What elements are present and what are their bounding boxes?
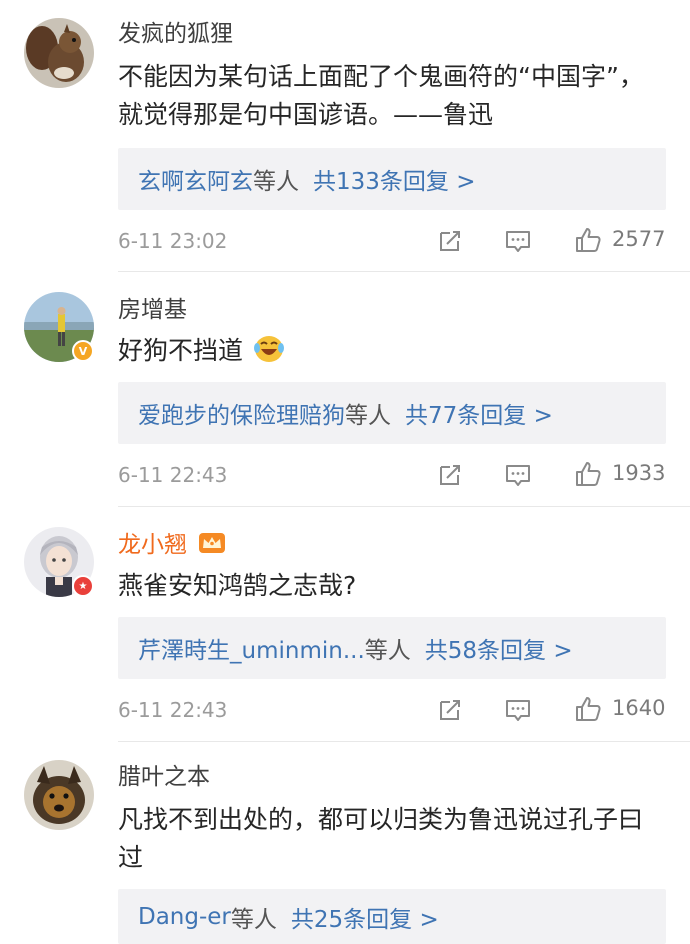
comment-meta: 6-11 22:43 1640 bbox=[118, 695, 666, 725]
comment-text: 燕雀安知鸿鹄之志哉? bbox=[118, 571, 357, 600]
reply-summary[interactable]: 芹澤時生_uminmin... 等人 共58条回复 > bbox=[118, 617, 666, 679]
user-avatar[interactable] bbox=[24, 18, 94, 88]
comment-icon[interactable] bbox=[504, 461, 532, 489]
thumbs-up-icon[interactable] bbox=[574, 460, 602, 488]
dog-avatar-icon bbox=[24, 760, 94, 830]
like-count: 1933 bbox=[612, 461, 666, 485]
reply-names[interactable]: 玄啊玄阿玄 bbox=[138, 162, 253, 196]
like-count: 1640 bbox=[612, 696, 666, 720]
username[interactable]: 发疯的狐狸 bbox=[118, 19, 233, 49]
reply-count-link[interactable]: 共25条回复 > bbox=[291, 900, 439, 934]
reply-who: 等人 bbox=[345, 403, 391, 429]
thumbs-up-icon[interactable] bbox=[574, 226, 602, 254]
verified-badge-icon: V bbox=[72, 340, 94, 362]
username[interactable]: 腊叶之本 bbox=[118, 762, 210, 792]
reply-summary[interactable]: 爱跑步的保险理赔狗 等人 共77条回复 > bbox=[118, 382, 666, 444]
username-text: 龙小翘 bbox=[118, 532, 187, 558]
share-icon[interactable] bbox=[436, 461, 464, 489]
comment-icon[interactable] bbox=[504, 696, 532, 724]
reply-count-link[interactable]: 共133条回复 > bbox=[313, 162, 475, 196]
user-avatar[interactable] bbox=[24, 760, 94, 830]
squirrel-avatar-icon bbox=[24, 18, 94, 88]
reply-summary[interactable]: Dang-er 等人 共25条回复 > bbox=[118, 889, 666, 944]
red-star-badge-icon: ★ bbox=[72, 575, 94, 597]
divider bbox=[118, 741, 690, 742]
reply-who: 等人 bbox=[253, 169, 299, 195]
laughing-crying-emoji-icon bbox=[253, 334, 285, 375]
comment-text: 凡找不到出处的，都可以归类为鲁迅说过孔子曰过 bbox=[118, 805, 644, 872]
reply-who: 等人 bbox=[364, 638, 411, 664]
username[interactable]: 房增基 bbox=[118, 295, 187, 325]
reply-count-link[interactable]: 共58条回复 > bbox=[425, 631, 573, 665]
reply-names[interactable]: 爱跑步的保险理赔狗 bbox=[138, 396, 345, 430]
comment-icon[interactable] bbox=[504, 227, 532, 255]
divider bbox=[118, 506, 690, 507]
crown-icon bbox=[198, 531, 226, 563]
comment-text: 不能因为某句话上面配了个鬼画符的“中国字”，就觉得那是句中国谚语。——鲁迅 bbox=[118, 62, 644, 129]
comment-text: 好狗不挡道 bbox=[118, 332, 658, 375]
reply-names[interactable]: 芹澤時生_uminmin... bbox=[138, 631, 365, 665]
share-icon[interactable] bbox=[436, 227, 464, 255]
comment-text-content: 好狗不挡道 bbox=[118, 336, 244, 365]
username[interactable]: 龙小翘 bbox=[118, 530, 226, 563]
reply-names[interactable]: Dang-er bbox=[138, 904, 231, 930]
reply-count-link[interactable]: 共77条回复 > bbox=[405, 396, 553, 430]
thumbs-up-icon[interactable] bbox=[574, 695, 602, 723]
share-icon[interactable] bbox=[436, 696, 464, 724]
like-count: 2577 bbox=[612, 227, 666, 251]
reply-who: 等人 bbox=[230, 906, 277, 933]
comment-meta: 6-11 23:02 2577 bbox=[118, 226, 666, 256]
comment-meta: 6-11 22:43 1933 bbox=[118, 460, 666, 490]
reply-summary[interactable]: 玄啊玄阿玄 等人 共133条回复 > bbox=[118, 148, 666, 210]
divider bbox=[118, 271, 690, 272]
